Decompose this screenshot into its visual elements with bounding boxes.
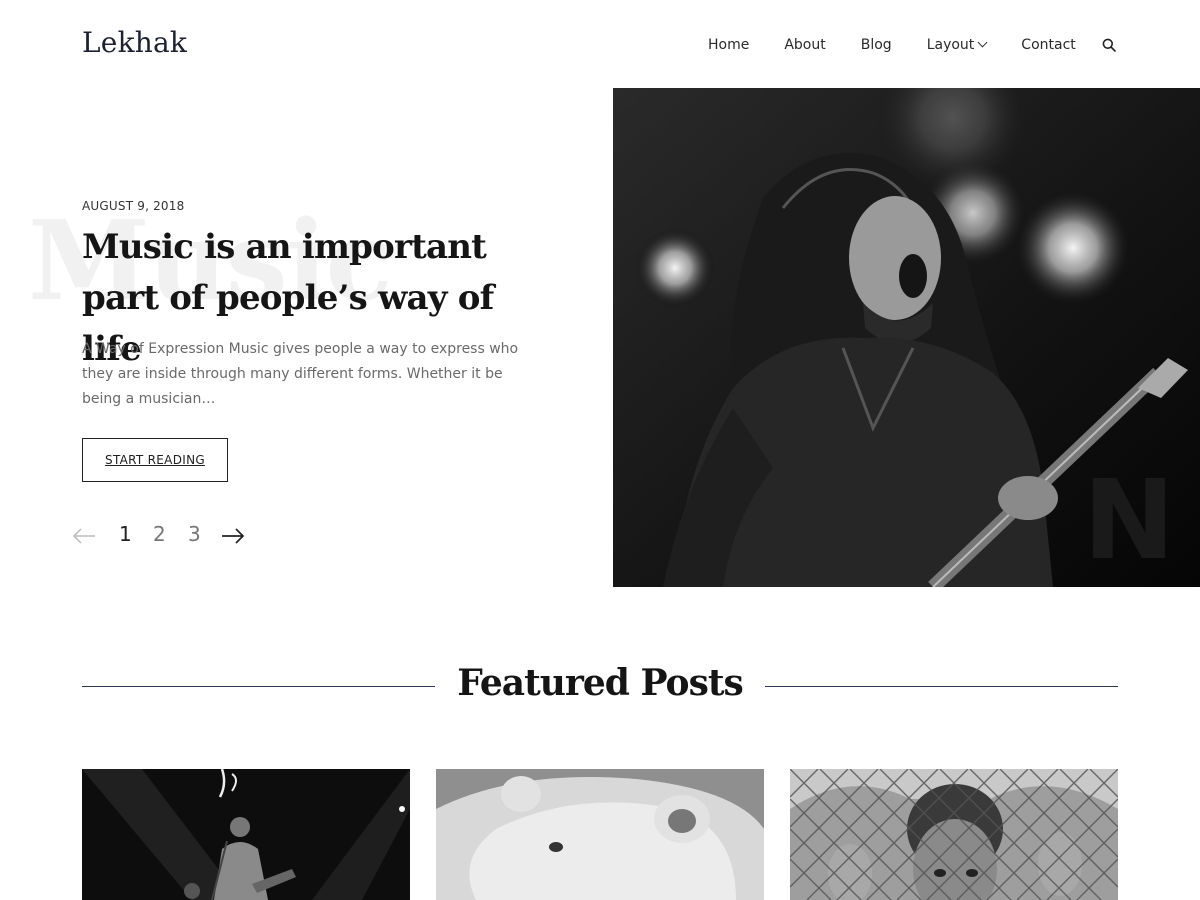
nav-contact[interactable]: Contact	[1021, 37, 1075, 53]
post-date: AUGUST 9, 2018	[82, 199, 185, 213]
featured-card-child-fence[interactable]	[790, 769, 1118, 900]
arrow-right-icon[interactable]	[221, 524, 245, 548]
nav-home[interactable]: Home	[708, 37, 749, 53]
arrow-left-icon[interactable]	[72, 524, 96, 548]
featured-card-polar-bear[interactable]	[436, 769, 764, 900]
featured-card-concert[interactable]	[82, 769, 410, 900]
page-1[interactable]: 1	[119, 522, 132, 546]
nav-blog[interactable]: Blog	[861, 37, 892, 53]
page-2[interactable]: 2	[153, 522, 166, 546]
hero-image-guitarist[interactable]: N	[613, 88, 1200, 587]
chevron-down-icon	[977, 37, 988, 48]
nav-layout[interactable]: Layout	[926, 37, 988, 53]
search-icon[interactable]	[1102, 38, 1116, 52]
site-logo[interactable]: Lekhak	[82, 26, 187, 59]
main-nav: Home About Blog Layout Contact	[708, 35, 1076, 55]
featured-divider-left	[82, 686, 435, 687]
featured-divider-right	[765, 686, 1118, 687]
nav-layout-label: Layout	[926, 37, 975, 53]
page-3[interactable]: 3	[188, 522, 201, 546]
featured-posts-heading: Featured Posts	[457, 662, 743, 704]
hero-excerpt: A Way of Expression Music gives people a…	[82, 341, 519, 407]
svg-text:N: N	[1083, 456, 1175, 584]
start-reading-button[interactable]: START READING	[82, 438, 228, 482]
nav-about[interactable]: About	[784, 37, 825, 53]
